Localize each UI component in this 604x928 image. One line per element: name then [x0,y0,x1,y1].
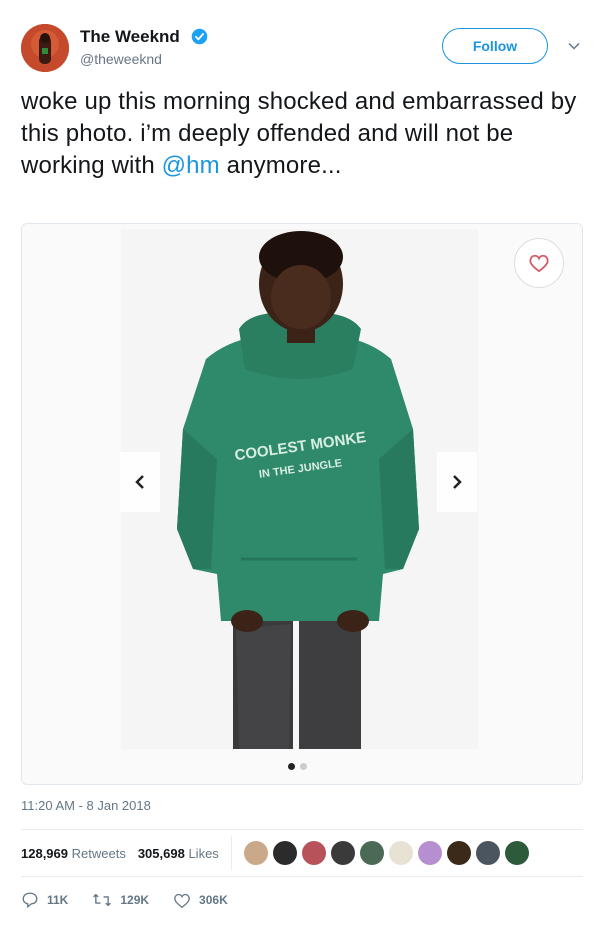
carousel-prev-button[interactable] [120,452,160,512]
user-handle[interactable]: @theweeknd [80,51,162,67]
liker-avatar[interactable] [475,841,500,865]
follow-button[interactable]: Follow [442,28,548,64]
carousel-dot-1[interactable] [288,763,295,770]
liker-avatar[interactable] [243,841,268,865]
divider [230,836,232,870]
likes-label: Likes [188,845,219,861]
liker-avatar[interactable] [301,841,326,865]
carousel-dots [288,763,307,770]
retweets-count: 128,969 [21,845,68,861]
retweet-button[interactable]: 129K [92,891,149,909]
retweet-icon [93,893,112,907]
mention-link[interactable]: @hm [162,152,220,179]
tweet-text-tail: anymore... [219,152,342,179]
liker-avatar[interactable] [388,841,413,865]
like-button[interactable]: 306K [173,892,228,909]
reply-icon [22,892,38,909]
tweet-stats: 128,969 Retweets 305,698 Likes [21,830,583,876]
retweets-stat[interactable]: 128,969 Retweets [21,846,126,861]
carousel-dot-2[interactable] [300,763,307,770]
likes-count: 305,698 [137,845,185,861]
liker-avatar[interactable] [330,841,355,865]
liker-avatar[interactable] [504,841,529,865]
likes-stat[interactable]: 305,698 Likes [138,846,219,861]
tweet-header: The Weeknd @theweeknd Follow [21,21,583,75]
liker-avatar[interactable] [417,841,442,865]
carousel-next-button[interactable] [437,452,477,512]
chevron-down-icon[interactable] [567,39,581,53]
media-card[interactable]: COOLEST MONKE IN THE JUNGLE [21,223,583,785]
retweets-label: Retweets [71,845,126,861]
heart-icon [529,254,549,273]
chevron-right-icon [453,475,462,489]
verified-badge-icon [191,28,208,45]
product-photo[interactable]: COOLEST MONKE IN THE JUNGLE [121,229,478,749]
liker-avatar[interactable] [272,841,297,865]
tweet-text: woke up this morning shocked and embarra… [21,86,583,182]
reply-count: 11K [47,893,69,907]
liker-avatar[interactable] [446,841,471,865]
reply-button[interactable]: 11K [21,891,68,909]
chevron-left-icon [135,475,144,489]
divider [21,876,583,877]
retweet-count: 129K [120,893,150,907]
heart-icon [174,893,190,908]
user-avatar[interactable] [21,24,69,72]
tweet-timestamp[interactable]: 11:20 AM - 8 Jan 2018 [21,798,151,813]
save-heart-button[interactable] [514,238,564,288]
like-count: 306K [199,893,228,907]
liker-avatars [243,841,529,865]
user-display-name[interactable]: The Weeknd [80,27,180,47]
tweet-actions: 11K 129K 306K [21,888,252,912]
liker-avatar[interactable] [359,841,384,865]
